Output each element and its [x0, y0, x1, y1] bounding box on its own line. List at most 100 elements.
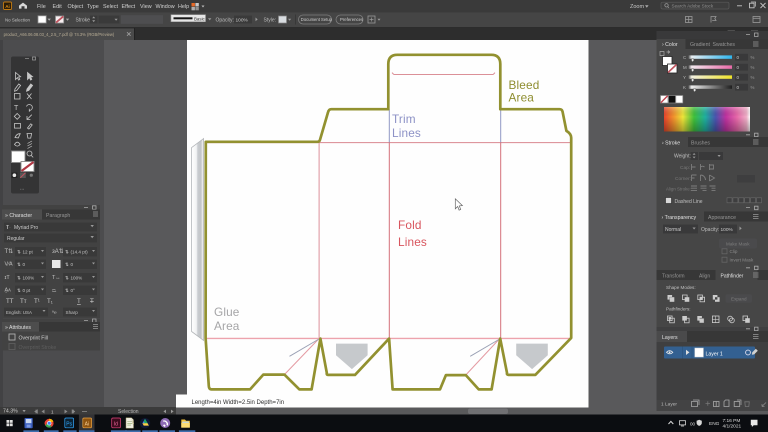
svg-text:𝐓⋅: 𝐓⋅ — [6, 225, 11, 231]
svg-text:%: % — [751, 75, 755, 80]
svg-text:T¹: T¹ — [34, 298, 40, 305]
svg-text:Brushes: Brushes — [691, 140, 710, 146]
svg-text:Layers: Layers — [662, 335, 678, 341]
svg-text:Cap:: Cap: — [680, 165, 690, 171]
svg-text:Clip: Clip — [730, 249, 738, 254]
svg-text:Ai: Ai — [85, 421, 89, 427]
svg-text:12 pt: 12 pt — [23, 250, 34, 255]
svg-text:(14.4 pt): (14.4 pt) — [71, 250, 89, 255]
svg-text:Myriad Pro: Myriad Pro — [14, 225, 38, 231]
svg-text:No Selection: No Selection — [5, 17, 30, 22]
svg-text:product_A66.06.08.03_4_2.5_7.p: product_A66.06.08.03_4_2.5_7.pdf @ 74.3%… — [4, 32, 115, 37]
svg-text:Opacity:: Opacity: — [701, 227, 719, 233]
svg-text:Help: Help — [178, 4, 189, 10]
svg-text:Object: Object — [68, 4, 84, 10]
svg-text:Area: Area — [509, 91, 535, 105]
svg-text:Invert Mask: Invert Mask — [730, 258, 754, 263]
svg-text:T: T — [77, 298, 81, 305]
svg-text:...: ... — [20, 186, 24, 192]
svg-text:%: % — [751, 55, 755, 60]
svg-text:0: 0 — [71, 262, 74, 267]
svg-text:Zoom: Zoom — [630, 4, 644, 10]
svg-text:Lines: Lines — [392, 126, 421, 140]
svg-text:⇅: ⇅ — [17, 276, 21, 281]
svg-text:7:16 PM: 7:16 PM — [723, 418, 741, 424]
svg-text:› Stroke: › Stroke — [662, 140, 680, 146]
svg-text:› Transparency: › Transparency — [662, 215, 697, 221]
svg-text:⇅: ⇅ — [65, 276, 69, 281]
svg-text:Y: Y — [683, 75, 686, 80]
svg-text:Id: Id — [114, 421, 118, 427]
svg-text:Ai: Ai — [5, 4, 10, 9]
svg-text:100%: 100% — [23, 276, 35, 281]
svg-text:T⇅: T⇅ — [5, 249, 14, 255]
svg-text:Align Stroke:: Align Stroke: — [666, 187, 691, 192]
svg-text:Dashed Line: Dashed Line — [675, 199, 703, 205]
svg-text:0 pt: 0 pt — [23, 288, 31, 293]
svg-text:%: % — [751, 85, 755, 90]
svg-text:Lines: Lines — [398, 235, 427, 249]
svg-text:Preferences: Preferences — [340, 17, 363, 22]
svg-text:⏢: ⏢ — [52, 288, 57, 294]
svg-text:Expand: Expand — [731, 297, 747, 302]
svg-text:Type: Type — [87, 4, 99, 10]
svg-text:100%: 100% — [721, 227, 734, 233]
svg-text:0: 0 — [23, 262, 26, 267]
svg-text:Area: Area — [214, 319, 240, 333]
svg-text:Ps: Ps — [66, 421, 72, 427]
svg-text:Normal: Normal — [665, 227, 681, 233]
svg-text:⇅: ⇅ — [17, 250, 21, 255]
svg-text:Opacity:: Opacity: — [216, 17, 234, 23]
svg-text:TT: TT — [6, 298, 14, 305]
svg-text:Pathfinders:: Pathfinders: — [666, 306, 691, 311]
svg-text:English: USA: English: USA — [6, 310, 32, 315]
svg-text:⇅: ⇅ — [17, 288, 21, 293]
svg-text:Shape Modes:: Shape Modes: — [666, 285, 696, 290]
svg-text:Make Mask: Make Mask — [726, 242, 750, 247]
svg-text:4/1/2021: 4/1/2021 — [723, 424, 742, 430]
svg-text:Overprint Stroke: Overprint Stroke — [19, 345, 57, 351]
svg-text:Basic: Basic — [194, 17, 206, 22]
svg-text:Pathfinder: Pathfinder — [721, 273, 744, 279]
svg-text:Document Setup: Document Setup — [301, 17, 333, 22]
svg-text:T₁: T₁ — [47, 298, 53, 305]
svg-text:Fold: Fold — [398, 218, 422, 232]
svg-text:K: K — [683, 85, 686, 90]
svg-text:Tт: Tт — [20, 298, 27, 305]
svg-text:Window: Window — [156, 4, 175, 10]
svg-text:Style:: Style: — [264, 17, 277, 23]
svg-text:M: M — [683, 65, 687, 70]
svg-text:C: C — [683, 55, 686, 60]
svg-text:ENG: ENG — [709, 421, 720, 427]
svg-text:Stroke:: Stroke: — [76, 17, 92, 23]
svg-text:100%: 100% — [236, 17, 249, 23]
svg-text:Overprint Fill: Overprint Fill — [19, 336, 48, 342]
svg-text:V∕A: V∕A — [5, 262, 13, 268]
svg-text:Appearance: Appearance — [708, 215, 736, 221]
svg-text:Search Adobe Stock: Search Adobe Stock — [672, 3, 714, 8]
svg-text:ª℮: ª℮ — [52, 310, 57, 316]
svg-text:Corner:: Corner: — [675, 176, 691, 182]
svg-text:ᴈA⇅: ᴈA⇅ — [52, 249, 64, 255]
svg-text:Paragraph: Paragraph — [46, 213, 70, 219]
svg-text:Regular: Regular — [7, 236, 25, 242]
svg-text:⇅: ⇅ — [65, 250, 69, 255]
svg-text:%: % — [751, 65, 755, 70]
svg-text:Layer 1: Layer 1 — [706, 352, 723, 358]
svg-text:T↔: T↔ — [52, 275, 61, 281]
svg-text:» Character: » Character — [5, 213, 32, 219]
svg-text:T: T — [90, 298, 94, 305]
svg-text:⇅: ⇅ — [65, 288, 69, 293]
svg-text:Select: Select — [103, 4, 118, 10]
svg-text:⇅: ⇅ — [65, 262, 69, 267]
svg-text:Gradient: Gradient — [690, 42, 710, 48]
svg-text:Transform: Transform — [662, 273, 685, 279]
svg-text:ɪT: ɪT — [5, 275, 11, 281]
svg-text:Selection: Selection — [118, 409, 139, 415]
svg-text:⇅: ⇅ — [17, 262, 21, 267]
svg-text:View: View — [140, 4, 152, 10]
svg-text:1: 1 — [51, 409, 54, 414]
svg-text:0°: 0° — [71, 288, 76, 293]
svg-text:Length=4in Width=2.5in Depth=7: Length=4in Width=2.5in Depth=7in — [192, 400, 285, 406]
svg-text:File: File — [37, 4, 46, 10]
